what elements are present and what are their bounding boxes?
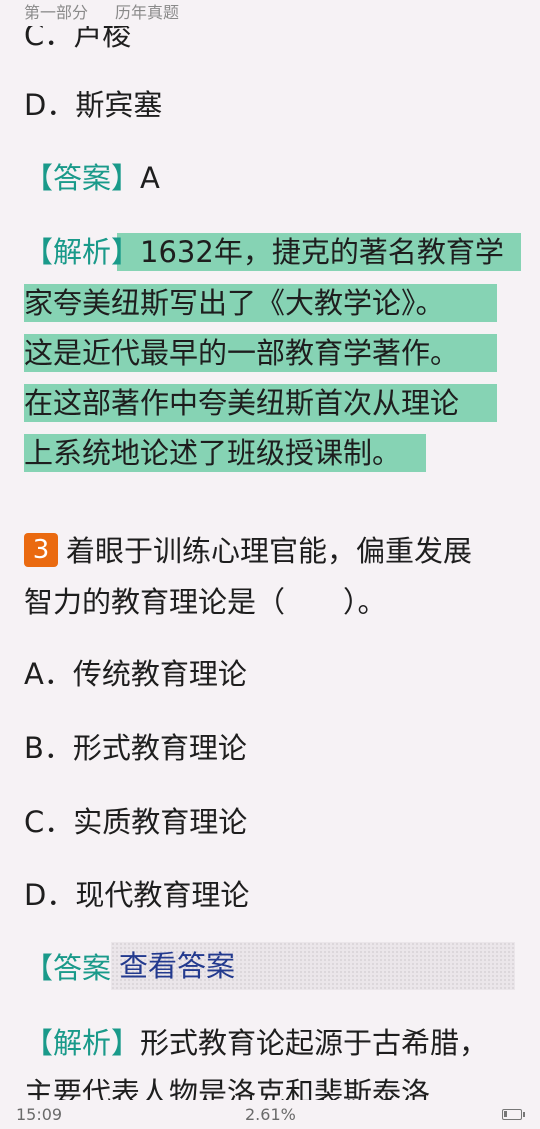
analysis-q3-line-1[interactable]: 【解析】形式教育论起源于古希腊， <box>24 1024 488 1062</box>
question-number-badge: 3 <box>24 533 58 567</box>
analysis-line-5[interactable]: 上系统地论述了班级授课制。 <box>24 434 401 472</box>
reveal-answer-label: 查看答案 <box>119 949 236 983</box>
reveal-answer-button[interactable]: 查看答案 <box>111 942 515 990</box>
reader-header: 第一部分 历年真题 <box>0 0 540 26</box>
battery-icon <box>502 1109 525 1120</box>
option-d[interactable]: D．现代教育理论 <box>24 876 249 914</box>
question-stem-line-2: 智力的教育理论是（ ）。 <box>24 585 387 619</box>
analysis-line-1[interactable]: 【解析】1632年，捷克的著名教育学 <box>24 233 504 271</box>
option-b[interactable]: B．形式教育理论 <box>24 729 247 767</box>
answer-value: A <box>140 161 160 195</box>
question-stem-line-1: 3 着眼于训练心理官能，偏重发展 <box>24 532 472 570</box>
clock-time: 15:09 <box>16 1105 63 1124</box>
answer-bracket: 【答案】 <box>24 161 141 195</box>
analysis-line-3[interactable]: 这是近代最早的一部教育学著作。 <box>24 334 459 372</box>
analysis-bracket-q3: 【解析】 <box>24 1026 141 1060</box>
header-chapter: 历年真题 <box>115 3 180 22</box>
analysis-line-2[interactable]: 家夸美纽斯写出了《大教学论》。 <box>24 284 445 322</box>
reading-progress: 2.61% <box>245 1105 296 1124</box>
answer-line-prev: 【答案】A <box>24 159 160 197</box>
option-a[interactable]: A．传统教育理论 <box>24 655 247 693</box>
analysis-bracket: 【解析】 <box>24 235 141 269</box>
option-d-prev[interactable]: D．斯宾塞 <box>24 86 162 124</box>
option-c[interactable]: C．实质教育理论 <box>24 803 247 841</box>
header-section: 第一部分 <box>24 3 89 22</box>
analysis-line-4[interactable]: 在这部著作中夸美纽斯首次从理论 <box>24 384 459 422</box>
reader-status-bar: 15:09 2.61% <box>0 1100 540 1129</box>
